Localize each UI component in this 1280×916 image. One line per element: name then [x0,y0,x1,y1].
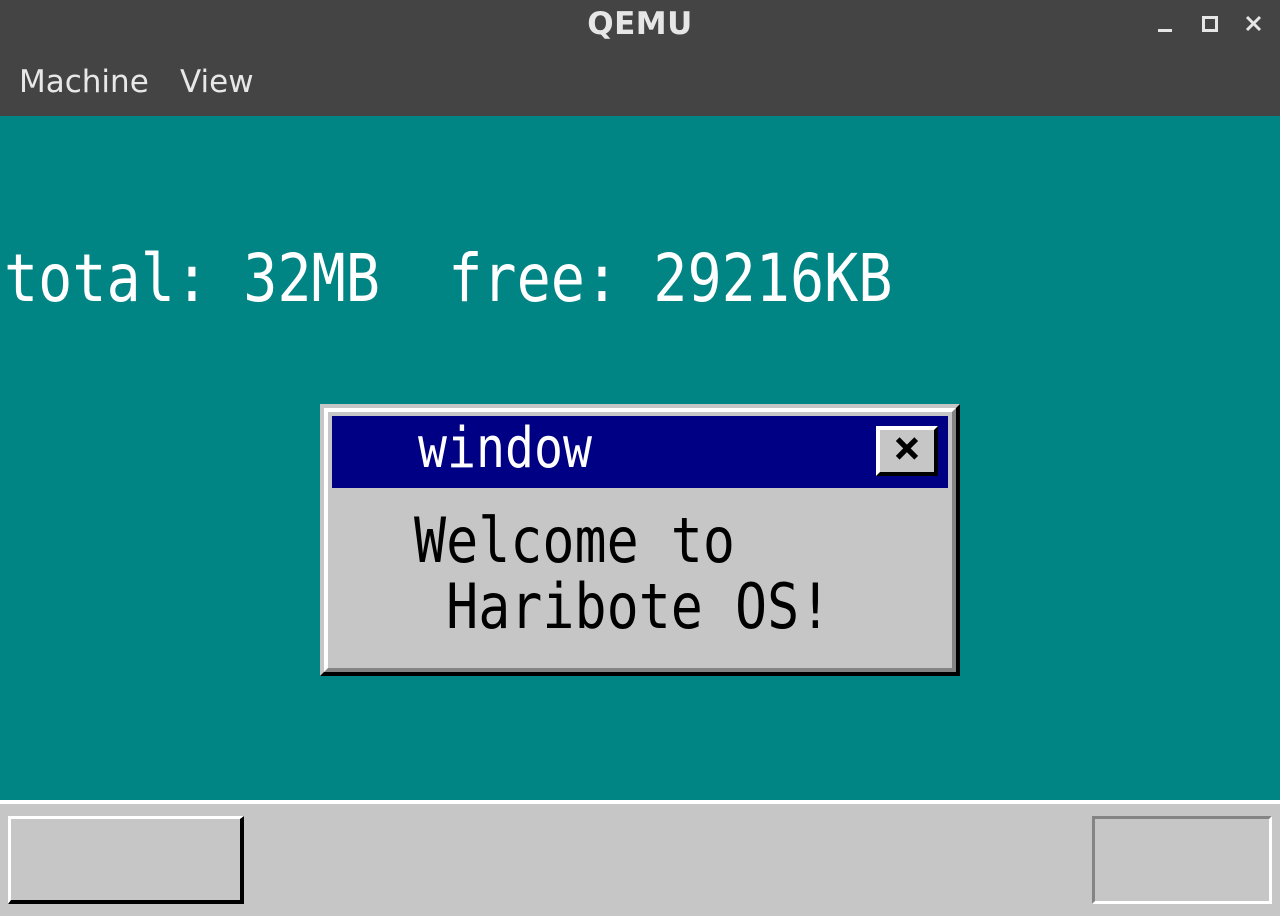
guest-screen[interactable]: total: 32MB free: 29216KB window × Welco… [0,116,1280,916]
message-line-2: Haribote OS! [414,570,832,643]
guest-taskbar [0,800,1280,916]
menu-view[interactable]: View [180,64,254,100]
message-line-1: Welcome to [414,504,736,577]
haribote-window-title: window [418,416,592,481]
system-tray [1092,816,1272,904]
qemu-window: QEMU Machine View total: 32MB free: 2921… [0,0,1280,916]
maximize-icon[interactable] [1195,10,1225,40]
haribote-close-button[interactable]: × [876,420,938,476]
start-button[interactable] [8,816,244,904]
close-icon[interactable] [1239,10,1269,40]
host-menubar: Machine View [0,52,1280,116]
haribote-window-titlebar[interactable]: window × [332,416,948,488]
window-message: Welcome to Haribote OS! [414,508,831,640]
host-titlebar[interactable]: QEMU [0,0,1280,52]
memory-info-text: total: 32MB free: 29216KB [4,240,893,317]
minimize-icon[interactable] [1150,10,1180,40]
menu-machine[interactable]: Machine [19,64,149,100]
haribote-window[interactable]: window × Welcome to Haribote OS! [320,404,960,676]
window-title: QEMU [587,6,693,42]
close-x-icon: × [893,420,921,474]
